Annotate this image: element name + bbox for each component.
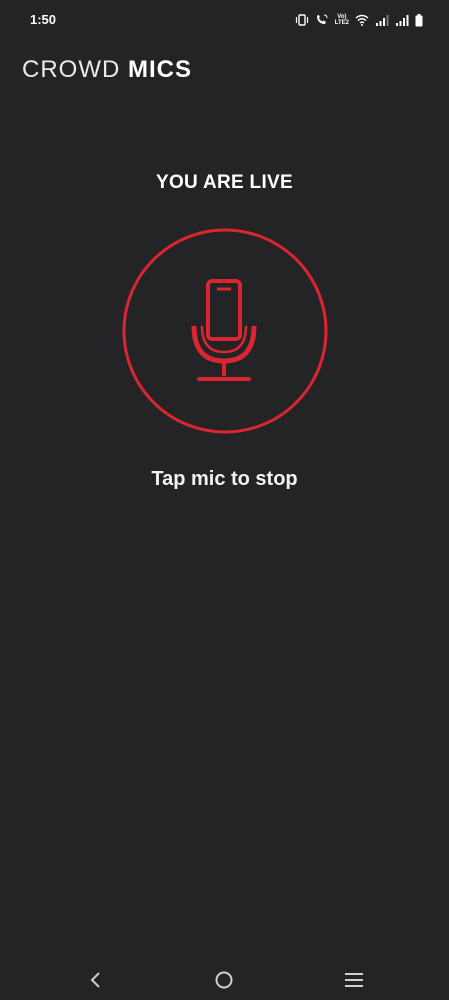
recents-icon bbox=[345, 973, 363, 987]
home-button[interactable] bbox=[210, 966, 238, 994]
mic-stop-button[interactable] bbox=[122, 228, 328, 434]
vibrate-icon bbox=[295, 14, 309, 26]
recents-button[interactable] bbox=[340, 966, 368, 994]
wifi-icon bbox=[355, 14, 369, 26]
signal-icon bbox=[375, 14, 389, 26]
back-button[interactable] bbox=[82, 966, 110, 994]
home-icon bbox=[215, 971, 233, 989]
tap-hint: Tap mic to stop bbox=[151, 468, 298, 490]
status-icons: Vo) LTE2 bbox=[295, 11, 423, 29]
status-time: 1:50 bbox=[30, 12, 57, 27]
microphone-icon bbox=[122, 228, 328, 434]
battery-icon bbox=[415, 13, 423, 27]
signal-icon bbox=[395, 14, 409, 26]
status-bar: 1:50 Vo) LTE2 bbox=[0, 0, 449, 40]
navigation-bar bbox=[0, 958, 449, 1000]
app-title-light: CROWD bbox=[22, 56, 121, 83]
back-icon bbox=[90, 972, 100, 988]
volte-label-bottom: LTE2 bbox=[334, 20, 349, 26]
live-heading: YOU ARE LIVE bbox=[156, 172, 293, 193]
wifi-calling-icon bbox=[315, 14, 329, 26]
volte-icon: Vo) LTE2 bbox=[335, 14, 349, 26]
app-title: CROWD MICS bbox=[22, 56, 192, 84]
app-title-bold: MICS bbox=[128, 56, 192, 83]
